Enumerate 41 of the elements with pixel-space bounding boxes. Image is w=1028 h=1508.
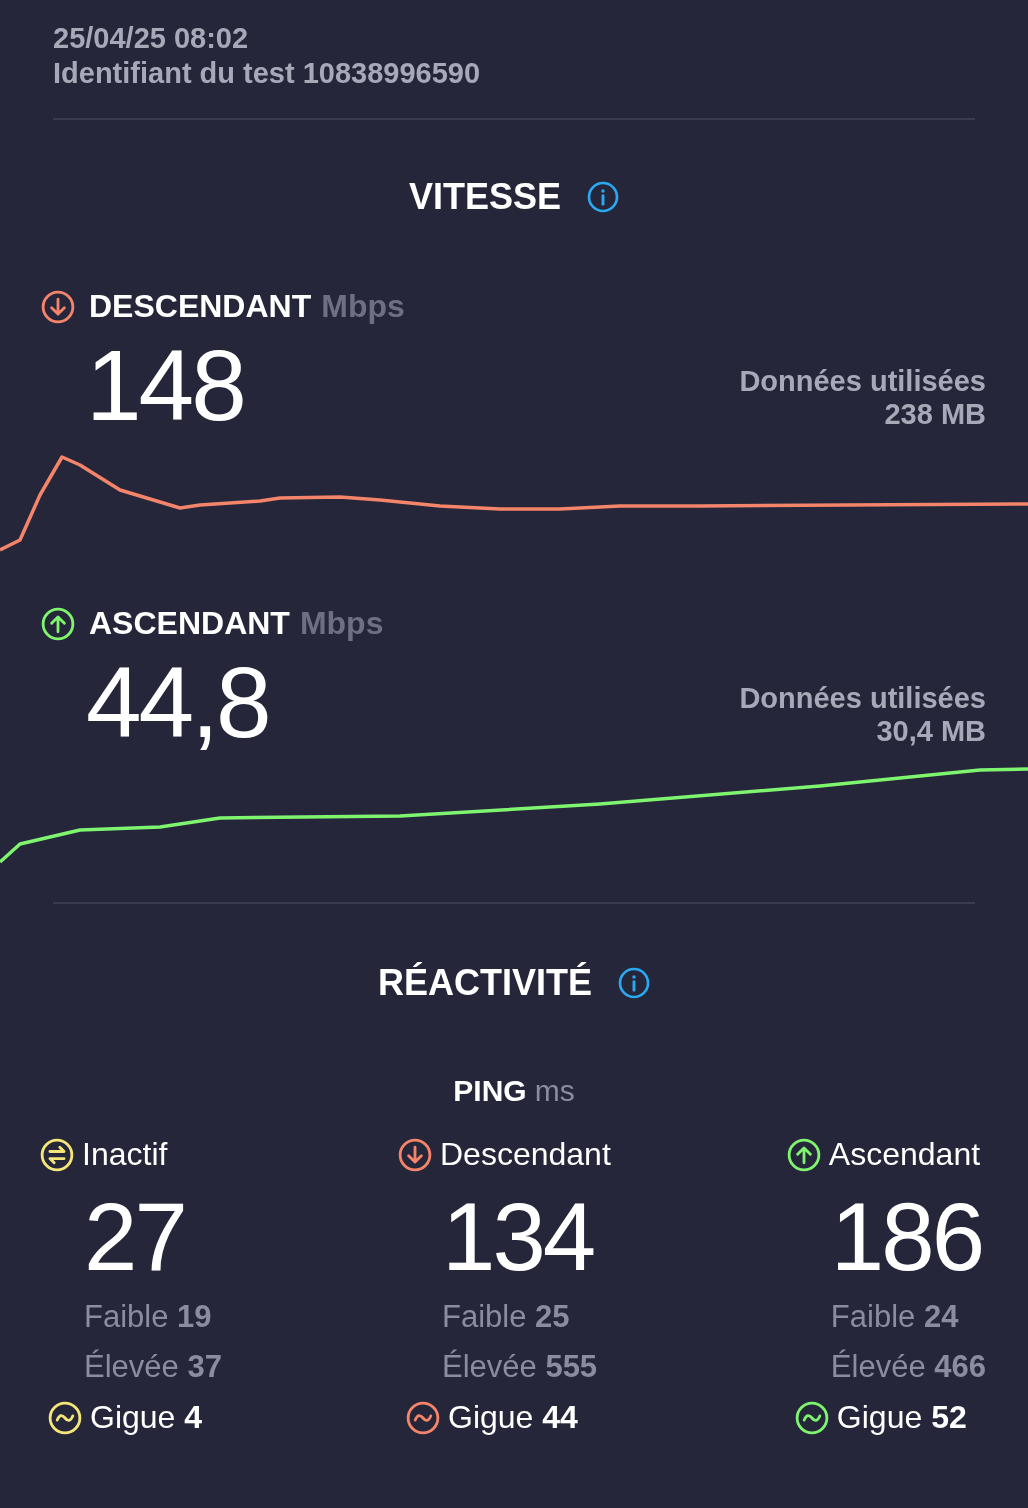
data-used-value: 238 MB <box>884 398 986 431</box>
ping-value: 27 <box>84 1189 186 1285</box>
ping-type-label: Inactif <box>82 1136 168 1173</box>
data-used-label: Données utilisées <box>739 365 986 398</box>
ping-label: PING <box>453 1074 527 1108</box>
ping-type-label: Ascendant <box>828 1136 981 1173</box>
high-stat: Élevée 37 <box>84 1349 222 1385</box>
wave-circle-icon <box>794 1400 829 1435</box>
test-id: Identifiant du test 10838996590 <box>53 57 482 90</box>
speed-value: 148 <box>86 335 244 435</box>
unit-label: Mbps <box>321 288 405 325</box>
unit-label: ms <box>534 1074 575 1108</box>
ping-value: 186 <box>830 1189 984 1285</box>
jitter-stat: Gigue 44 <box>448 1399 578 1436</box>
wave-circle-icon <box>406 1400 440 1435</box>
low-stat: Faible 25 <box>442 1299 571 1335</box>
ping-type-label: Descendant <box>440 1136 611 1173</box>
jitter-stat: Gigue 4 <box>90 1399 203 1436</box>
data-used-value: 30,4 MB <box>876 715 986 748</box>
up-arrow-circle-icon <box>41 606 75 641</box>
jitter-stat: Gigue 52 <box>836 1399 967 1436</box>
down-arrow-circle-icon <box>41 289 75 324</box>
section-title: VITESSE <box>408 176 562 218</box>
unit-label: Mbps <box>299 605 384 642</box>
low-stat: Faible 24 <box>830 1299 960 1335</box>
low-stat: Faible 19 <box>84 1299 213 1335</box>
section-title: RÉACTIVITÉ <box>378 962 592 1004</box>
data-used-label: Données utilisées <box>739 682 986 715</box>
high-stat: Élevée 466 <box>830 1349 986 1385</box>
result-label: DESCENDANT <box>89 288 312 325</box>
test-date: 25/04/25 08:02 <box>53 22 250 55</box>
high-stat: Élevée 555 <box>442 1349 599 1385</box>
speed-value: 44,8 <box>86 652 269 752</box>
result-label: ASCENDANT <box>89 605 290 642</box>
info-icon[interactable] <box>618 967 650 999</box>
info-icon[interactable] <box>587 181 620 213</box>
ping-value: 134 <box>442 1189 595 1285</box>
up-arrow-circle-icon <box>786 1137 821 1172</box>
wave-circle-icon <box>48 1400 82 1435</box>
two-arrows-circle-icon <box>40 1137 74 1172</box>
down-arrow-circle-icon <box>398 1137 432 1172</box>
